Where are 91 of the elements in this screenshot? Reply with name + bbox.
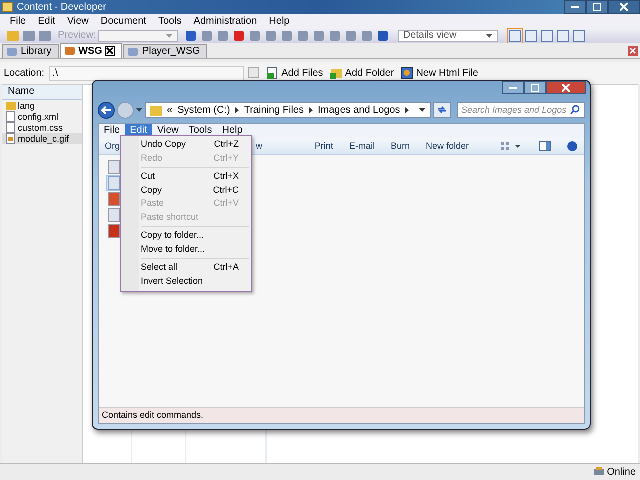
file-name: custom.css (18, 122, 64, 132)
document-tab[interactable]: WSG (60, 43, 122, 58)
menu-item[interactable]: Copy Ctrl+C (141, 184, 249, 197)
status-text: Contains edit commands. (102, 410, 204, 420)
menu-item[interactable]: Invert Selection (141, 274, 249, 288)
arrow-icon[interactable] (309, 106, 313, 114)
tab-icon (64, 45, 76, 57)
file-name: module_c.gif (18, 134, 70, 144)
menu-item[interactable]: Undo Copy Ctrl+Z (141, 138, 249, 152)
tree-entry[interactable]: config.xml (2, 111, 82, 122)
tree-entry[interactable]: module_c.gif (2, 133, 82, 144)
tab-icon (6, 46, 18, 58)
overflow-chevron[interactable]: « (167, 104, 173, 116)
web-page-icon (401, 67, 414, 79)
breadcrumb-item[interactable]: System (C:) (178, 104, 230, 116)
breadcrumb-item[interactable]: Images and Logos (318, 104, 400, 116)
network-icon (593, 466, 606, 478)
menu-item[interactable]: Help (269, 16, 290, 26)
location-label: Location: (4, 68, 45, 78)
menu-item[interactable]: Help (217, 124, 248, 138)
close-icon (620, 3, 628, 11)
search-icon (570, 105, 580, 115)
maximize-icon (531, 84, 539, 92)
menu-item[interactable]: File (99, 124, 126, 138)
app-icon (2, 1, 14, 13)
menu-item[interactable]: Tools (184, 124, 218, 138)
window-title: Content - Developer (17, 2, 106, 12)
document-icon (6, 122, 16, 133)
maximize-icon (593, 3, 601, 11)
command-button[interactable]: Burn (390, 141, 410, 151)
search-field[interactable]: Search Images and Logos (456, 102, 585, 118)
address-bar[interactable]: « System (C:) Training Files Images and Logos (145, 102, 432, 118)
maximize-button[interactable] (586, 0, 608, 14)
command-button[interactable]: E-mail (349, 141, 375, 151)
menu-item[interactable]: Select all Ctrl+A (141, 261, 249, 274)
location-field[interactable]: .\ (48, 66, 244, 80)
file-name: lang (18, 100, 36, 110)
view-dropdown[interactable]: Details view (398, 30, 498, 42)
close-icon (562, 84, 570, 92)
menu-item[interactable]: Move to folder... (141, 242, 249, 256)
add-folder-icon (330, 67, 342, 79)
tree-entry[interactable]: custom.css (2, 122, 82, 133)
dropdown-arrow-icon (166, 34, 174, 38)
minimize-button[interactable] (564, 0, 586, 14)
preview-dropdown[interactable] (98, 30, 178, 42)
document-icon (6, 111, 16, 122)
arrow-icon[interactable] (235, 106, 240, 114)
document-tab[interactable]: Player_WSG (123, 44, 208, 58)
dropdown-arrow-icon (486, 34, 494, 38)
image-file-icon (6, 133, 16, 144)
close-button[interactable] (608, 0, 640, 14)
preview-label: Preview: (58, 30, 96, 41)
command-button[interactable]: Print (314, 141, 334, 151)
document-icon[interactable] (107, 176, 121, 190)
tab-icon (127, 46, 140, 58)
menu-item[interactable]: View (67, 16, 89, 26)
back-button[interactable] (98, 102, 115, 118)
view-options-icon[interactable] (501, 141, 523, 151)
minimize-icon (509, 86, 517, 88)
breadcrumb-item[interactable]: Training Files (244, 104, 304, 116)
document-tab[interactable]: Library (2, 44, 59, 58)
arrow-icon[interactable] (405, 106, 410, 114)
menu-item[interactable]: Administration (194, 16, 258, 26)
add-file-icon (266, 67, 279, 79)
menu-item[interactable]: Cut Ctrl+X (141, 170, 249, 184)
command-button[interactable]: w (256, 141, 299, 151)
command-button[interactable]: New folder (426, 141, 469, 151)
close-icon[interactable] (105, 46, 116, 56)
tree-entry[interactable]: lang (2, 100, 82, 111)
minimize-button[interactable] (502, 81, 524, 94)
menu-item[interactable]: Tools (158, 16, 182, 26)
column-header[interactable]: Name (2, 85, 82, 100)
maximize-button[interactable] (524, 81, 546, 94)
document-icon[interactable] (107, 160, 121, 174)
close-button[interactable] (546, 81, 586, 94)
file-name: config.xml (18, 112, 59, 122)
refresh-button[interactable] (433, 102, 451, 118)
minimize-icon (571, 6, 579, 8)
dropdown-arrow-icon[interactable] (419, 108, 426, 112)
menu-item[interactable]: Document (100, 16, 146, 26)
menu-item[interactable]: Copy to folder... (141, 229, 249, 242)
preview-pane-icon[interactable] (539, 141, 551, 151)
connection-status: Online (607, 466, 636, 478)
menu-item[interactable]: Edit (38, 16, 56, 26)
menu-item[interactable]: View (152, 124, 184, 138)
document-icon[interactable] (107, 208, 121, 222)
toolbar-button[interactable]: New Html File (401, 67, 478, 79)
menu-item[interactable]: File (10, 16, 26, 26)
command-button[interactable]: Org (105, 141, 120, 151)
toolbar-button[interactable]: Add Folder (330, 67, 394, 79)
toolbar-button[interactable]: Add Files (266, 67, 324, 79)
